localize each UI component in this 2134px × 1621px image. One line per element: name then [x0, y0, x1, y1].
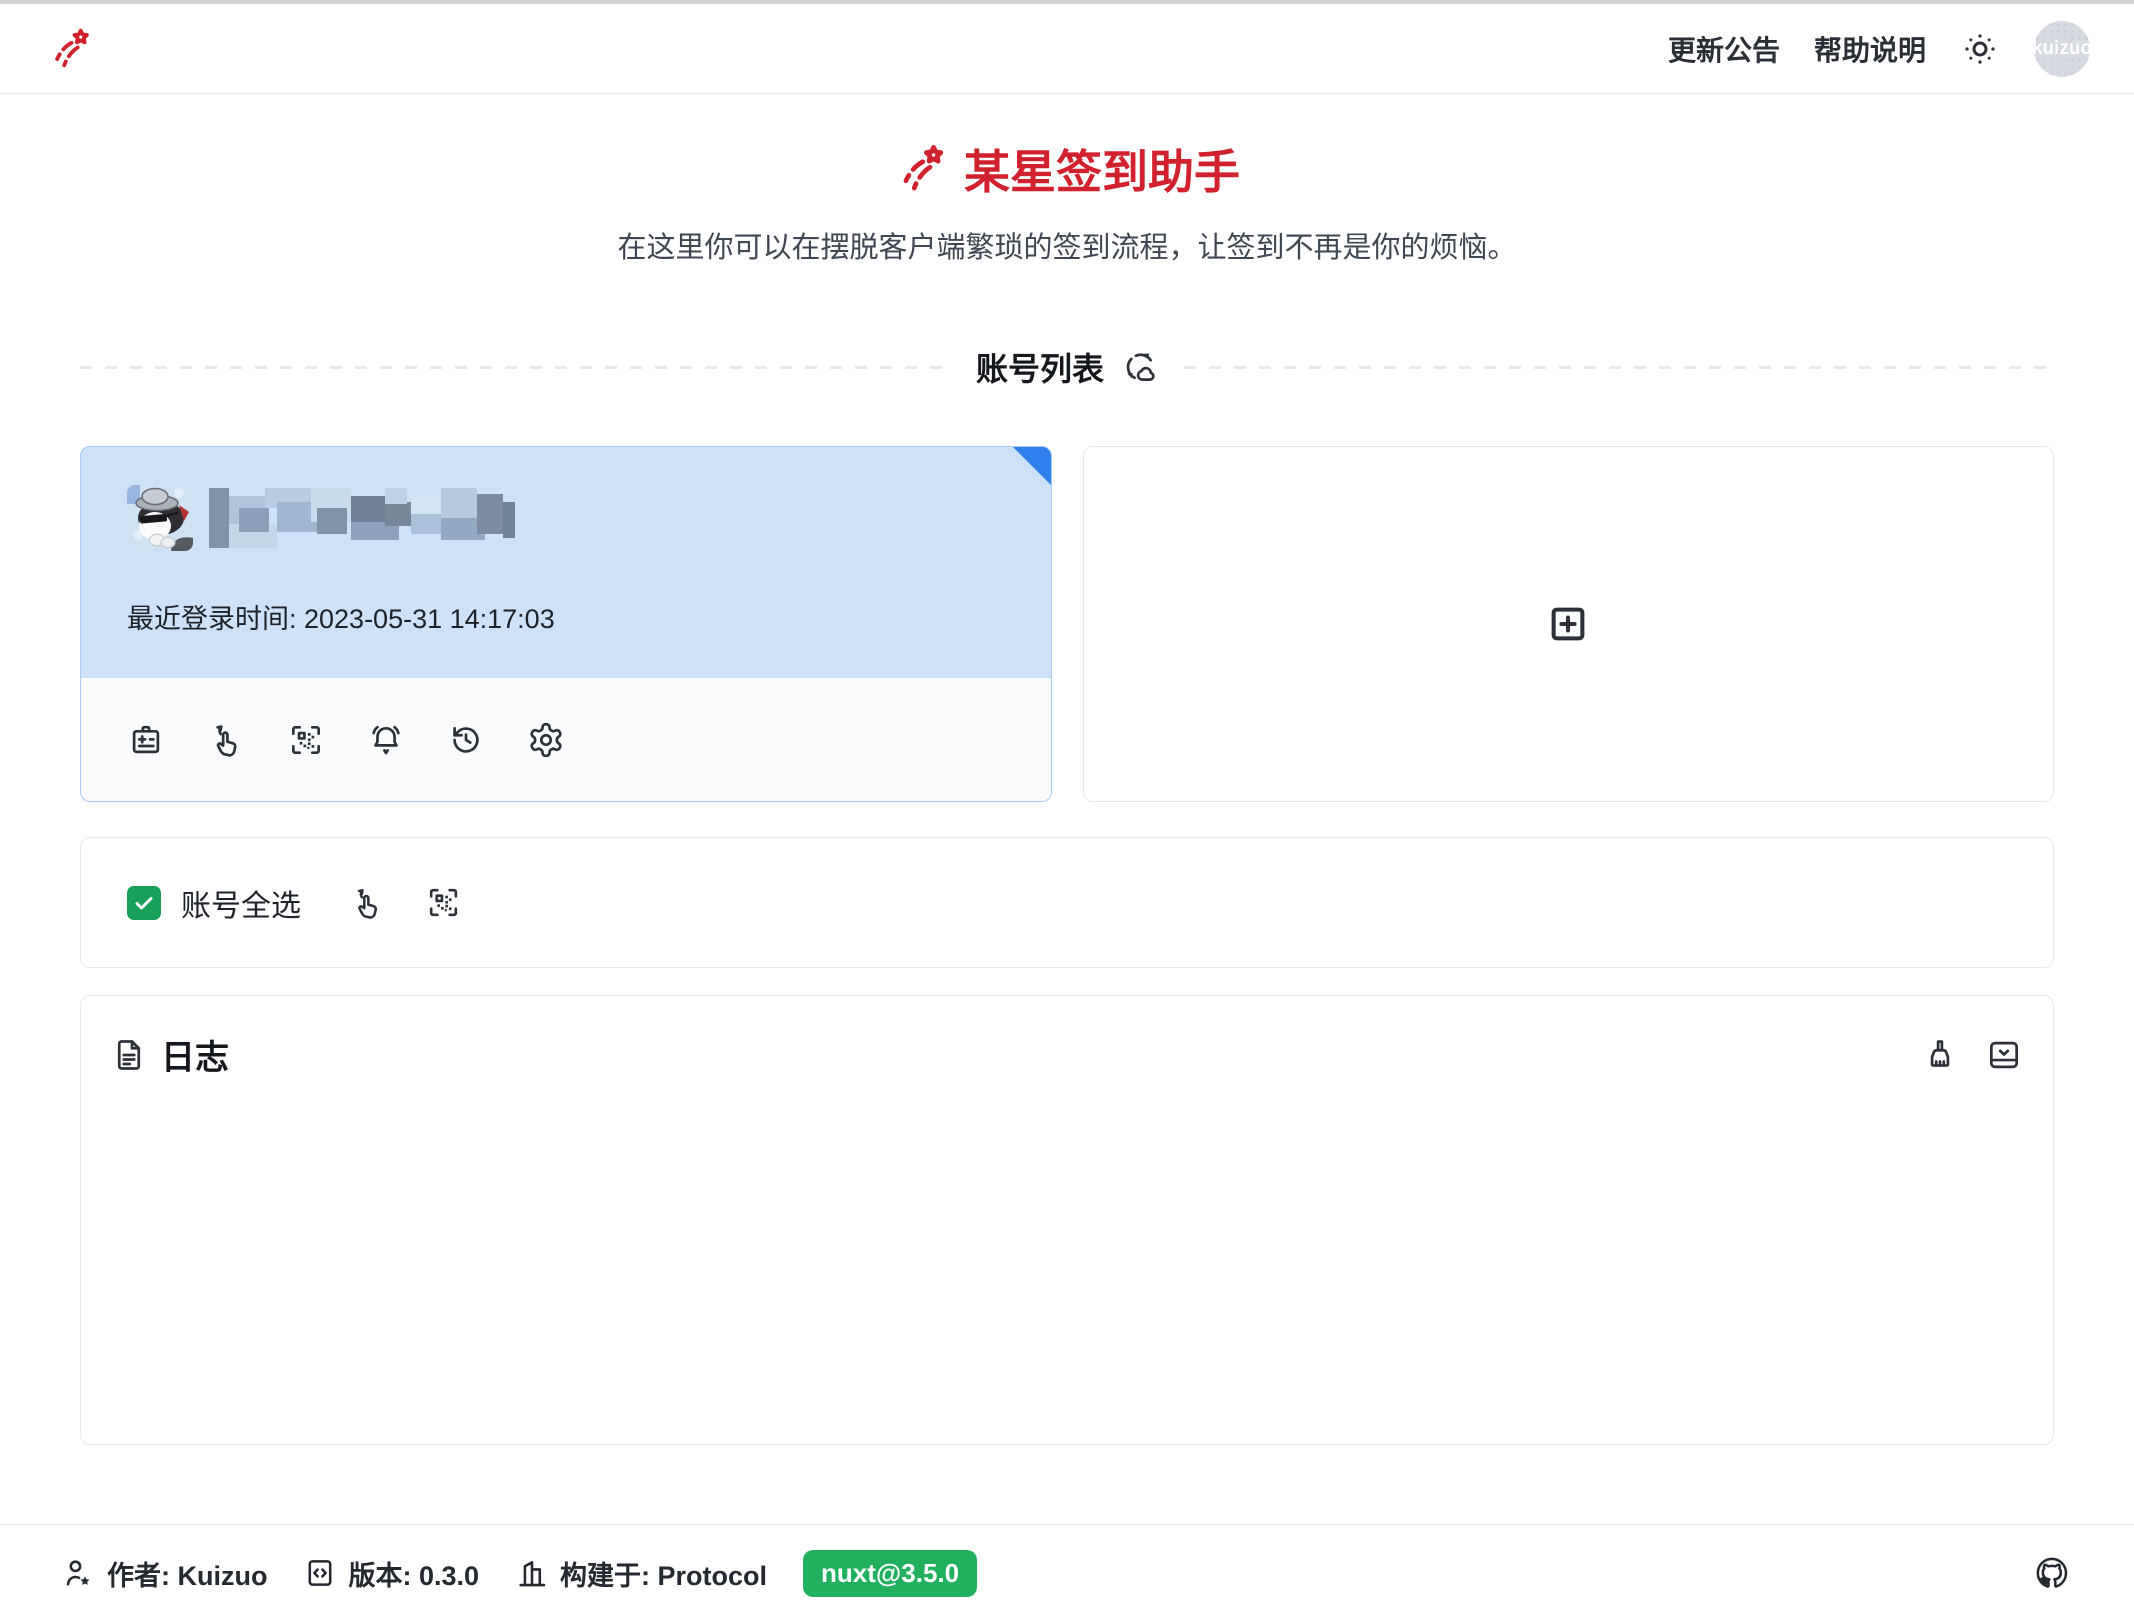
- version-code-icon: [303, 1556, 337, 1590]
- log-title-text: 日志: [161, 1030, 229, 1079]
- footer: 作者: Kuizuo 版本: 0.3.0 构建于: Protocol nuxt@: [0, 1524, 2134, 1621]
- account-actions: [81, 677, 1051, 802]
- nuxt-version-badge: nuxt@3.5.0: [803, 1550, 977, 1597]
- settings-icon[interactable]: [527, 721, 565, 759]
- history-icon[interactable]: [447, 721, 485, 759]
- author-person-star-icon: [62, 1556, 96, 1590]
- selected-corner-marker: [1013, 447, 1051, 485]
- save-inbox-icon[interactable]: [1985, 1036, 2023, 1074]
- account-name-censored: [209, 488, 515, 548]
- account-list-divider: 账号列表: [80, 344, 2054, 390]
- version-label: 版本: 0.3.0: [348, 1554, 479, 1593]
- select-all-row: 账号全选: [80, 837, 2054, 968]
- qr-scan-icon[interactable]: [287, 721, 325, 759]
- cloud-sync-icon[interactable]: [1122, 349, 1158, 385]
- hand-click-icon[interactable]: [207, 721, 245, 759]
- document-icon: [111, 1037, 147, 1073]
- nav-link-update-notice[interactable]: 更新公告: [1668, 29, 1780, 69]
- select-all-label[interactable]: 账号全选: [181, 881, 301, 925]
- divider-dash-left: [80, 366, 950, 369]
- shooting-star-logo-icon[interactable]: [47, 26, 93, 72]
- account-avatar: [127, 485, 193, 551]
- build-protocol-icon: [515, 1556, 549, 1590]
- nav-link-help[interactable]: 帮助说明: [1814, 29, 1926, 69]
- broom-icon[interactable]: [1921, 1036, 1959, 1074]
- github-icon[interactable]: [2032, 1553, 2072, 1593]
- account-list-label: 账号列表: [976, 344, 1104, 390]
- divider-dash-right: [1184, 366, 2054, 369]
- sun-icon[interactable]: [1960, 29, 2000, 69]
- bell-icon[interactable]: [367, 721, 405, 759]
- shooting-star-title-icon: [894, 142, 948, 196]
- author-label: 作者: Kuizuo: [107, 1554, 267, 1593]
- add-account-card[interactable]: [1083, 446, 2055, 802]
- page-title-text: 某星签到助手: [964, 136, 1240, 202]
- qr-scan-icon[interactable]: [425, 884, 462, 921]
- log-panel: 日志: [80, 995, 2054, 1445]
- last-login-time: 最近登录时间: 2023-05-31 14:17:03: [127, 597, 1005, 636]
- page-subtitle: 在这里你可以在摆脱客户端繁琐的签到流程，让签到不再是你的烦恼。: [0, 224, 2134, 266]
- build-label: 构建于: Protocol: [560, 1554, 767, 1593]
- id-card-add-icon[interactable]: [127, 721, 165, 759]
- account-card[interactable]: 最近登录时间: 2023-05-31 14:17:03: [80, 446, 1052, 802]
- select-all-checkbox[interactable]: [127, 886, 161, 920]
- page-title: 某星签到助手: [894, 136, 1240, 202]
- navbar: 更新公告 帮助说明 kuizuo: [0, 4, 2134, 94]
- hand-click-icon[interactable]: [349, 885, 385, 921]
- add-square-icon: [1545, 601, 1591, 647]
- user-avatar[interactable]: kuizuo: [2034, 21, 2090, 77]
